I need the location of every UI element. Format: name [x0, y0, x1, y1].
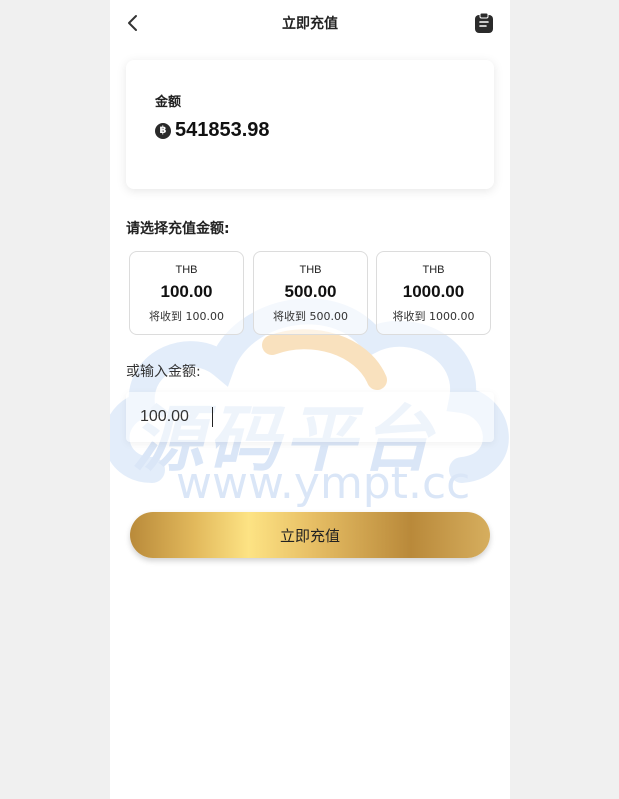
- balance-row: ฿ 541853.98: [155, 119, 270, 142]
- option-currency: THB: [299, 264, 322, 276]
- recharge-record-button[interactable]: [474, 12, 494, 34]
- option-currency: THB: [422, 264, 445, 276]
- watermark-url-text: www.ympt.cc: [176, 458, 471, 509]
- custom-amount-field-box: [126, 392, 494, 442]
- top-nav-bar: 立即充值: [110, 0, 510, 46]
- custom-amount-label: 或输入金额:: [126, 364, 201, 380]
- balance-label: 金额: [155, 95, 182, 110]
- custom-amount-input[interactable]: [140, 404, 480, 430]
- baht-coin-icon: ฿: [155, 122, 171, 139]
- option-receive: 将收到 500.00: [273, 310, 348, 323]
- option-receive: 将收到 100.00: [149, 310, 224, 323]
- option-receive: 将收到 1000.00: [392, 310, 475, 323]
- amount-option-1000[interactable]: THB 1000.00 将收到 1000.00: [376, 251, 491, 335]
- phone-screen: 立即充值 金额 ฿ 541853.98 源码平台 www.ympt.cc 请选择…: [110, 0, 510, 799]
- amount-option-500[interactable]: THB 500.00 将收到 500.00: [253, 251, 368, 335]
- amount-options: THB 100.00 将收到 100.00 THB 500.00 将收到 500…: [129, 251, 491, 335]
- page-title: 立即充值: [282, 16, 338, 32]
- balance-card: 金额 ฿ 541853.98: [126, 60, 494, 189]
- option-amount: 500.00: [284, 282, 337, 301]
- text-caret: [212, 407, 213, 427]
- recharge-submit-button[interactable]: 立即充值: [130, 512, 490, 558]
- clipboard-icon: [475, 12, 493, 33]
- option-amount: 1000.00: [402, 282, 465, 301]
- options-title: 请选择充值金额:: [126, 221, 230, 237]
- option-currency: THB: [175, 264, 198, 276]
- amount-option-100[interactable]: THB 100.00 将收到 100.00: [129, 251, 244, 335]
- option-amount: 100.00: [160, 282, 213, 301]
- balance-value: 541853.98: [175, 119, 270, 141]
